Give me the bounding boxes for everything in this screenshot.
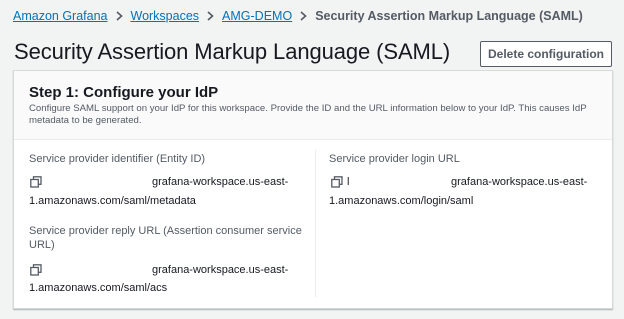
entity-id-value-line2: 1.amazonaws.com/saml/metadata — [29, 195, 196, 207]
login-url-label: Service provider login URL — [329, 153, 460, 165]
page-title: Security Assertion Markup Language (SAML… — [14, 39, 451, 64]
entity-id-label: Service provider identifier (Entity ID) — [29, 153, 206, 165]
reply-url-value-line2: 1.amazonaws.com/saml/acs — [29, 282, 168, 294]
breadcrumb-workspaces-link[interactable]: Workspaces — [131, 9, 200, 23]
delete-configuration-button[interactable]: Delete configuration — [480, 41, 612, 67]
column-divider — [315, 150, 316, 297]
copy-icon[interactable] — [30, 263, 42, 276]
copy-icon[interactable] — [30, 175, 42, 188]
breadcrumb-amazon-grafana-link[interactable]: Amazon Grafana — [13, 9, 108, 23]
reply-url-label-line1: Service provider reply URL (Assertion co… — [29, 225, 302, 237]
breadcrumb: Amazon Grafana Workspaces AMG-DEMO Secur… — [13, 8, 583, 24]
reply-url-label-line2: URL) — [29, 239, 55, 251]
chevron-right-icon — [300, 11, 307, 21]
login-url-value-prefix: l — [347, 176, 350, 188]
step-title: Step 1: Configure your IdP — [29, 84, 219, 101]
login-url-value-line1: grafana-workspace.us-east- — [451, 176, 588, 188]
step-description: Configure SAML support on your IdP for t… — [29, 103, 587, 126]
login-url-value-line2: 1.amazonaws.com/login/saml — [329, 195, 474, 207]
panel-header: Step 1: Configure your IdP Configure SAM… — [14, 71, 612, 140]
configure-idp-panel: Step 1: Configure your IdP Configure SAM… — [13, 70, 613, 309]
entity-id-value-line1: grafana-workspace.us-east- — [152, 176, 289, 188]
chevron-right-icon — [115, 11, 123, 21]
reply-url-value-line1: grafana-workspace.us-east- — [152, 264, 289, 276]
copy-icon[interactable] — [331, 175, 343, 188]
chevron-right-icon — [207, 11, 214, 21]
breadcrumb-current: Security Assertion Markup Language (SAML… — [315, 9, 583, 23]
breadcrumb-workspace-link[interactable]: AMG-DEMO — [222, 9, 292, 23]
